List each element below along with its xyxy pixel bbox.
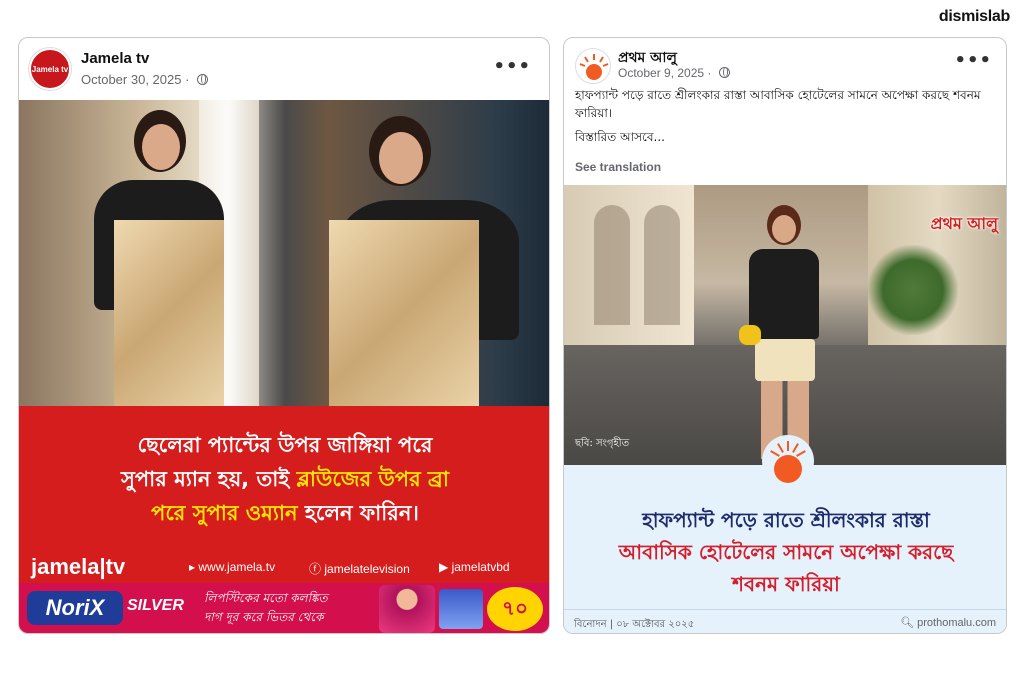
headline-banner: ছেলেরা প্যান্টের উপর জাঙ্গিয়া পরে সুপার… xyxy=(19,406,549,551)
post-date-text[interactable]: October 9, 2025 xyxy=(618,66,704,80)
more-options-button[interactable]: ••• xyxy=(954,50,992,71)
ad-brand: NoriX xyxy=(27,591,123,625)
card-title-line-3: শবনম ফারিয়া xyxy=(732,572,840,596)
search-icon: 🔍︎ xyxy=(900,617,915,629)
dismislab-logo: dismislab xyxy=(938,8,1010,25)
ad-model-image xyxy=(379,585,435,633)
page-name[interactable]: Jamela tv xyxy=(81,50,149,67)
avatar[interactable] xyxy=(575,48,611,84)
youtube-icon: ▶ xyxy=(439,560,449,574)
see-translation-link[interactable]: See translation xyxy=(575,160,661,174)
facebook-icon: ⓕ xyxy=(309,562,322,576)
card-footer: বিনোদন | ০৮ অক্টোবর ২০২৫ 🔍︎ prothomalu.c… xyxy=(564,609,1006,633)
avatar-text: Jamela tv xyxy=(31,65,69,74)
ad-tagline: লিপস্টিকের মতো কলঙ্কিত দাগ দূর করে ভিতর … xyxy=(204,591,328,624)
woman-figure-right xyxy=(319,100,539,406)
woman-figure xyxy=(739,205,829,460)
facebook-post-jamela: Jamela tv Jamela tv October 30, 2025 · •… xyxy=(18,37,550,634)
plants-decoration xyxy=(868,245,958,335)
news-card: হাফপ্যান্ট পড়ে রাতে শ্রীলংকার রাস্তা আব… xyxy=(564,435,1006,633)
card-site: 🔍︎ prothomalu.com xyxy=(900,617,996,629)
youtube-link[interactable]: ▶ jamelatvbd xyxy=(439,560,510,574)
post-date-text[interactable]: October 30, 2025 xyxy=(81,72,181,87)
ad-price: ৭০ xyxy=(487,587,543,631)
card-title-line-2: আবাসিক হোটেলের সামনে অপেক্ষা করছে xyxy=(618,540,954,564)
play-icon: ▸ xyxy=(189,560,196,574)
globe-icon xyxy=(197,74,209,85)
ad-product-pack xyxy=(439,589,483,629)
caption-more: বিস্তারিত আসবে... xyxy=(575,130,665,144)
card-title-line-1: হাফপ্যান্ট পড়ে রাতে শ্রীলংকার রাস্তা xyxy=(642,508,930,532)
sun-logo-icon xyxy=(579,54,609,80)
globe-icon xyxy=(718,67,730,78)
jamela-logo: jamela|tv xyxy=(31,554,126,579)
post-header: Jamela tv Jamela tv October 30, 2025 · •… xyxy=(19,38,549,100)
website-link[interactable]: ▸ www.jamela.tv xyxy=(189,560,275,574)
avatar[interactable]: Jamela tv xyxy=(29,48,71,90)
post-caption: হাফপ্যান্ট পড়ে রাতে শ্রীলংকার রাস্তা আব… xyxy=(575,88,981,120)
ad-variant: SILVER xyxy=(127,597,184,614)
facebook-link[interactable]: ⓕ jamelatelevision xyxy=(309,560,410,577)
advertisement-banner[interactable]: NoriX SILVER লিপস্টিকের মতো কলঙ্কিত দাগ … xyxy=(19,583,549,633)
headline-line-2: সুপার ম্যান হয়, তাই ব্লাউজের উপর ব্রা xyxy=(121,467,449,491)
facebook-post-prothom-alu: প্রথম আলু October 9, 2025 · ••• হাফপ্যান… xyxy=(563,37,1007,634)
post-date[interactable]: October 9, 2025 · xyxy=(618,66,730,80)
card-category-date: বিনোদন | ০৮ অক্টোবর ২০২৫ xyxy=(574,619,695,630)
watermark: প্রথম আলু xyxy=(930,214,998,233)
post-photo[interactable]: প্রথম আলু ছবি: সংগৃহীত xyxy=(564,185,1006,465)
headline-line-3: পরে সুপার ওম্যান হলেন ফারিন। xyxy=(151,501,419,525)
post-photo[interactable] xyxy=(19,100,549,406)
woman-figure-left xyxy=(74,100,244,406)
brand-bar: jamela|tv ▸ www.jamela.tv ⓕ jamelatelevi… xyxy=(19,551,549,583)
more-options-button[interactable]: ••• xyxy=(493,56,531,77)
sun-icon xyxy=(762,435,814,487)
post-date[interactable]: October 30, 2025 · xyxy=(81,72,209,87)
headline-line-1: ছেলেরা প্যান্টের উপর জাঙ্গিয়া পরে xyxy=(137,433,433,457)
photo-credit: ছবি: সংগৃহীত xyxy=(575,438,630,449)
